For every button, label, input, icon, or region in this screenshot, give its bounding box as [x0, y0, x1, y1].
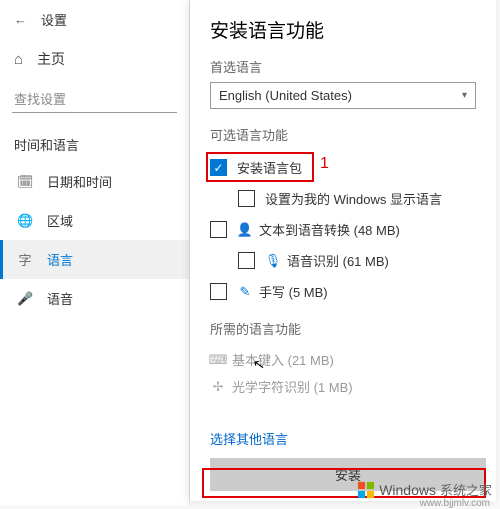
section-header: 时间和语言	[0, 127, 189, 162]
dropdown-value: English (United States)	[219, 88, 352, 103]
install-language-panel: 安装语言功能 首选语言 English (United States) ▾ 可选…	[190, 0, 496, 501]
required-label: 光学字符识别 (1 MB)	[232, 377, 353, 396]
mic-icon: 🎤	[17, 291, 33, 307]
required-label: 基本键入 (21 MB)	[232, 350, 334, 369]
option-display-language[interactable]: 设置为我的 Windows 显示语言	[238, 183, 476, 214]
install-button[interactable]: 安装	[210, 458, 486, 491]
sidebar-item-region[interactable]: 🌐 区域	[0, 201, 189, 240]
sidebar-item-speech[interactable]: 🎤 语音	[0, 279, 189, 318]
language-dropdown[interactable]: English (United States) ▾	[210, 82, 476, 109]
nav-label: 语言	[47, 250, 73, 269]
keyboard-icon: ⌨	[210, 352, 226, 368]
required-basic-typing: ⌨ 基本键入 (21 MB)	[210, 346, 476, 373]
settings-sidebar: ← 设置 ⌂ 主页 查找设置 时间和语言 🗓 日期和时间 🌐 区域 字 语言 🎤…	[0, 0, 190, 505]
back-icon[interactable]: ←	[14, 12, 27, 27]
watermark-url: www.bjjmlv.com	[420, 498, 490, 509]
calendar-icon: 🗓	[17, 174, 33, 190]
option-label: 设置为我的 Windows 显示语言	[265, 189, 442, 208]
checkbox-icon[interactable]: ✓	[210, 159, 227, 176]
option-language-pack[interactable]: ✓ 安装语言包	[210, 152, 476, 183]
option-tts[interactable]: 👤 文本到语音转换 (48 MB)	[210, 214, 476, 245]
option-label: 文本到语音转换 (48 MB)	[259, 220, 400, 239]
tts-icon: 👤	[237, 222, 253, 238]
checkbox-icon[interactable]	[210, 221, 227, 238]
checkbox-icon[interactable]	[238, 252, 255, 269]
nav-label: 区域	[47, 211, 73, 230]
window-title: 设置	[41, 10, 67, 29]
checkbox-icon[interactable]	[238, 190, 255, 207]
option-speech-recognition[interactable]: 🎙 语音识别 (61 MB)	[238, 245, 476, 276]
ocr-icon: ✢	[210, 379, 226, 395]
option-label: 手写 (5 MB)	[259, 282, 328, 301]
preferred-language-label: 首选语言	[210, 57, 476, 76]
pen-icon: ✎	[237, 284, 253, 300]
language-icon: 字	[17, 250, 33, 269]
home-icon: ⌂	[14, 51, 23, 68]
window-header: ← 设置	[0, 0, 189, 39]
required-ocr: ✢ 光学字符识别 (1 MB)	[210, 373, 476, 400]
chevron-down-icon: ▾	[462, 90, 467, 101]
required-features-label: 所需的语言功能	[210, 319, 476, 338]
choose-other-language-link[interactable]: 选择其他语言	[210, 423, 476, 458]
home-nav[interactable]: ⌂ 主页	[0, 39, 189, 79]
globe-icon: 🌐	[17, 213, 33, 229]
option-label: 安装语言包	[237, 158, 302, 177]
optional-features-label: 可选语言功能	[210, 125, 476, 144]
option-label: 语音识别 (61 MB)	[287, 251, 389, 270]
sidebar-item-datetime[interactable]: 🗓 日期和时间	[0, 162, 189, 201]
panel-title: 安装语言功能	[210, 16, 476, 43]
speech-icon: 🎙	[265, 253, 281, 269]
home-label: 主页	[37, 49, 65, 69]
nav-label: 语音	[47, 289, 73, 308]
option-handwriting[interactable]: ✎ 手写 (5 MB)	[210, 276, 476, 307]
sidebar-item-language[interactable]: 字 语言	[0, 240, 189, 279]
checkbox-icon[interactable]	[210, 283, 227, 300]
nav-label: 日期和时间	[47, 172, 112, 191]
search-input[interactable]: 查找设置	[12, 85, 177, 113]
